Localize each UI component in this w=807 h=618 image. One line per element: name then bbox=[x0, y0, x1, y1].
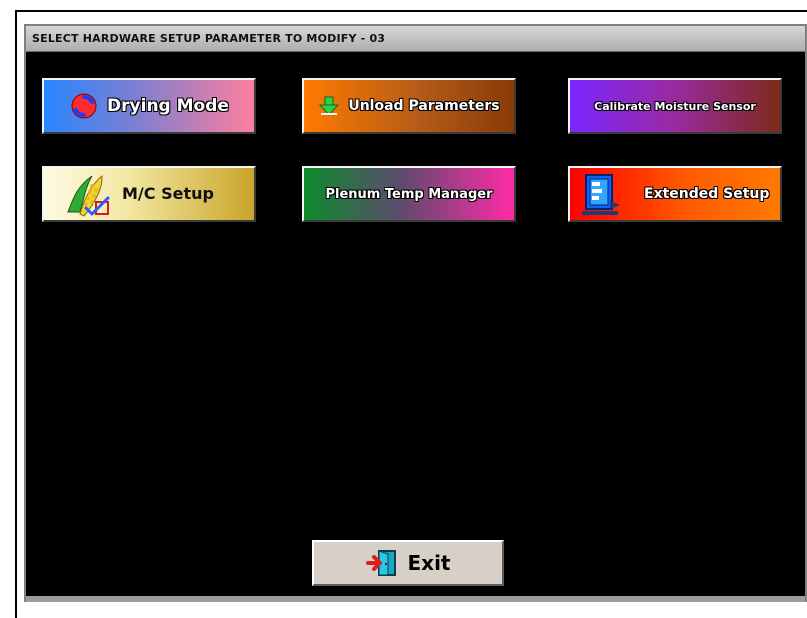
extended-setup-label: Extended Setup bbox=[644, 186, 770, 202]
calibrate-moisture-sensor-label: Calibrate Moisture Sensor bbox=[594, 99, 756, 113]
unload-parameters-label: Unload Parameters bbox=[348, 98, 500, 114]
mc-setup-label: M/C Setup bbox=[122, 184, 214, 203]
calibrate-moisture-sensor-button[interactable]: Calibrate Moisture Sensor bbox=[568, 78, 782, 134]
corn-icon bbox=[62, 168, 114, 220]
extended-setup-button[interactable]: Extended Setup bbox=[568, 166, 782, 222]
down-arrow-icon bbox=[318, 96, 340, 116]
unload-parameters-button[interactable]: Unload Parameters bbox=[302, 78, 516, 134]
drying-mode-button[interactable]: Drying Mode bbox=[42, 78, 256, 134]
hardware-setup-window: SELECT HARDWARE SETUP PARAMETER TO MODIF… bbox=[24, 24, 807, 602]
panel-icon bbox=[580, 171, 626, 217]
window-title: SELECT HARDWARE SETUP PARAMETER TO MODIF… bbox=[26, 26, 805, 52]
exit-button[interactable]: Exit bbox=[312, 540, 504, 586]
window-bottom-strip bbox=[26, 596, 805, 602]
mc-setup-button[interactable]: M/C Setup bbox=[42, 166, 256, 222]
drying-mode-label: Drying Mode bbox=[107, 95, 229, 116]
plenum-temp-manager-button[interactable]: Plenum Temp Manager bbox=[302, 166, 516, 222]
refresh-icon bbox=[69, 91, 99, 121]
exit-label: Exit bbox=[407, 551, 451, 575]
plenum-temp-manager-label: Plenum Temp Manager bbox=[325, 186, 493, 202]
exit-door-icon bbox=[365, 548, 400, 578]
